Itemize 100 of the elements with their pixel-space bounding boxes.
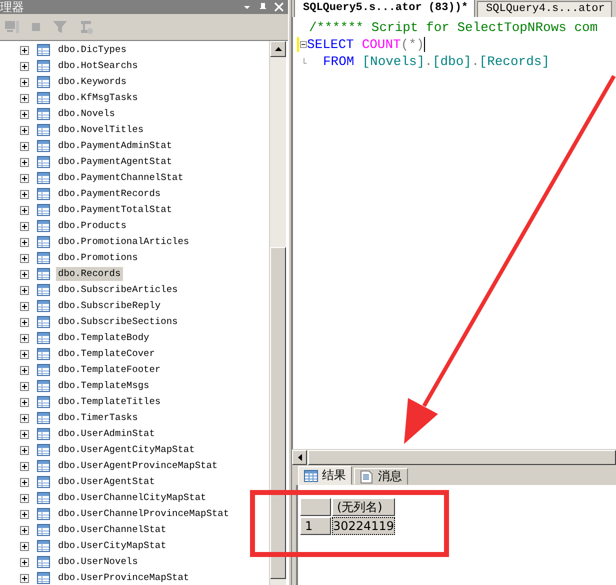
- table-node[interactable]: dbo.TemplateFooter: [56, 363, 163, 377]
- column-header[interactable]: (无列名): [332, 498, 395, 516]
- expand-icon[interactable]: [20, 190, 29, 198]
- vertical-scrollbar[interactable]: [269, 41, 286, 585]
- table-icon: [37, 108, 50, 120]
- table-node[interactable]: dbo.UserNovels: [56, 555, 140, 569]
- expand-icon[interactable]: [20, 382, 29, 390]
- table-node[interactable]: dbo.NovelTitles: [56, 123, 146, 137]
- table-node[interactable]: dbo.Novels: [56, 107, 118, 121]
- expand-icon[interactable]: [20, 126, 29, 134]
- expand-icon[interactable]: [20, 398, 29, 406]
- table-node[interactable]: dbo.TemplateMsgs: [56, 379, 152, 393]
- expand-icon[interactable]: [20, 542, 29, 550]
- table-node[interactable]: dbo.UserAgentProvinceMapStat: [56, 459, 220, 473]
- expand-icon[interactable]: [20, 366, 29, 374]
- table-icon: [37, 124, 50, 136]
- expand-icon[interactable]: [20, 334, 29, 342]
- expand-icon[interactable]: [20, 574, 29, 582]
- expand-icon[interactable]: [20, 254, 29, 262]
- table-node[interactable]: dbo.UserChannelProvinceMapStat: [56, 507, 232, 521]
- table-node[interactable]: dbo.SubscribeSections: [56, 315, 180, 329]
- text-cursor: [424, 37, 426, 52]
- expand-icon[interactable]: [20, 494, 29, 502]
- table-node[interactable]: dbo.PaymentAdminStat: [56, 139, 174, 153]
- expand-icon[interactable]: [20, 526, 29, 534]
- table-node[interactable]: dbo.KfMsgTasks: [56, 91, 140, 105]
- table-node[interactable]: dbo.UserAgentStat: [56, 475, 157, 489]
- table-node[interactable]: dbo.UserAgentCityMapStat: [56, 443, 197, 457]
- expand-icon[interactable]: [20, 510, 29, 518]
- table-icon: [37, 348, 50, 360]
- results-tab[interactable]: 消息: [354, 468, 408, 485]
- expand-icon[interactable]: [20, 94, 29, 102]
- table-node[interactable]: dbo.PaymentTotalStat: [56, 203, 174, 217]
- table-node[interactable]: dbo.TimerTasks: [56, 411, 140, 425]
- expand-icon[interactable]: [20, 286, 29, 294]
- expand-icon[interactable]: [20, 414, 29, 422]
- horizontal-scrollbar[interactable]: [292, 449, 616, 465]
- table-node[interactable]: dbo.TemplateBody: [56, 331, 152, 345]
- table-node[interactable]: dbo.TemplateTitles: [56, 395, 163, 409]
- table-icon: [37, 92, 50, 104]
- query-tab[interactable]: SQLQuery5.s...ator (83))*: [294, 0, 476, 17]
- expand-icon[interactable]: [20, 478, 29, 486]
- table-node[interactable]: dbo.PromotionalArticles: [56, 235, 192, 249]
- pin-icon[interactable]: [258, 2, 268, 12]
- close-icon[interactable]: [274, 2, 284, 12]
- code-token: FROM: [323, 53, 354, 70]
- expand-icon[interactable]: [20, 238, 29, 246]
- row-header[interactable]: 1: [300, 517, 331, 535]
- expand-icon[interactable]: [20, 350, 29, 358]
- expand-icon[interactable]: [20, 206, 29, 214]
- table-icon: [37, 252, 50, 264]
- table-icon: [37, 140, 50, 152]
- table-icon: [37, 492, 50, 504]
- expand-icon[interactable]: [20, 558, 29, 566]
- table-node[interactable]: dbo.UserChannelStat: [56, 523, 168, 537]
- table-node[interactable]: dbo.TemplateCover: [56, 347, 157, 361]
- table-node[interactable]: dbo.Records: [56, 267, 123, 281]
- code-token: [dbo]: [432, 53, 472, 70]
- table-node[interactable]: dbo.Keywords: [56, 75, 128, 89]
- table-node[interactable]: dbo.DicTypes: [56, 43, 128, 57]
- expand-icon[interactable]: [20, 446, 29, 454]
- table-icon: [37, 300, 50, 312]
- table-node[interactable]: dbo.SubscribeArticles: [56, 283, 180, 297]
- table-icon: [37, 316, 50, 328]
- table-node[interactable]: dbo.PaymentChannelStat: [56, 171, 186, 185]
- expand-icon[interactable]: [20, 318, 29, 326]
- table-node[interactable]: dbo.Products: [56, 219, 128, 233]
- expand-icon[interactable]: [20, 462, 29, 470]
- table-node[interactable]: dbo.HotSearchs: [56, 59, 140, 73]
- table-node[interactable]: dbo.Promotions: [56, 251, 140, 265]
- expand-icon[interactable]: [20, 222, 29, 230]
- table-node[interactable]: dbo.SubscribeReply: [56, 299, 163, 313]
- table-node[interactable]: dbo.UserChannelCityMapStat: [56, 491, 208, 505]
- results-tab[interactable]: 结果: [298, 466, 352, 485]
- expand-icon[interactable]: [20, 62, 29, 70]
- table-node[interactable]: dbo.UserProvinceMapStat: [56, 571, 192, 585]
- table-node[interactable]: dbo.UserCityMapStat: [56, 539, 168, 553]
- table-node[interactable]: dbo.UserAdminStat: [56, 427, 157, 441]
- expand-icon[interactable]: [20, 46, 29, 54]
- expand-icon[interactable]: [20, 110, 29, 118]
- expand-icon[interactable]: [20, 430, 29, 438]
- expand-icon[interactable]: [20, 158, 29, 166]
- collapse-icon[interactable]: [300, 40, 307, 49]
- expand-icon[interactable]: [20, 174, 29, 182]
- table-node[interactable]: dbo.PaymentAgentStat: [56, 155, 174, 169]
- table-icon: [37, 172, 50, 184]
- expand-icon[interactable]: [20, 302, 29, 310]
- table-icon: [37, 364, 50, 376]
- table-icon: [37, 60, 50, 72]
- table-icon: [37, 268, 50, 280]
- table-icon: [37, 380, 50, 392]
- expand-icon[interactable]: [20, 78, 29, 86]
- table-icon: [37, 556, 50, 568]
- expand-icon[interactable]: [20, 270, 29, 278]
- query-tab[interactable]: SQLQuery4.s...ator: [477, 1, 612, 17]
- grid-cell[interactable]: 30224119: [332, 517, 395, 535]
- code-token: SELECT: [307, 36, 354, 53]
- table-node[interactable]: dbo.PaymentRecords: [56, 187, 163, 201]
- expand-icon[interactable]: [20, 142, 29, 150]
- table-icon: [37, 540, 50, 552]
